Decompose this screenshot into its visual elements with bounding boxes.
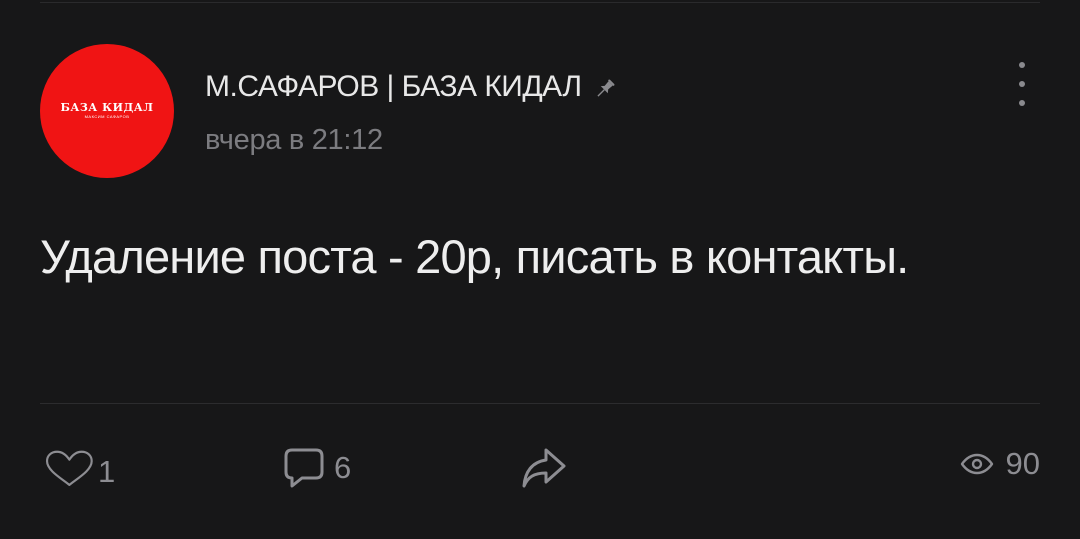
post-time: вчера в 21:12: [205, 124, 383, 156]
share-button[interactable]: [520, 446, 568, 490]
like-button[interactable]: 1: [42, 446, 115, 498]
eye-icon: [960, 453, 993, 475]
comment-button[interactable]: 6: [282, 446, 351, 490]
top-divider: [40, 2, 1040, 3]
like-count: 1: [98, 454, 116, 489]
post-card: БАЗА КИДАЛ МАКСИМ САФАРОВ М.САФАРОВ | БА…: [0, 0, 1080, 539]
more-options-icon[interactable]: [1010, 60, 1034, 108]
post-text: Удаление поста - 20р, писать в контакты.: [40, 230, 909, 283]
views-counter: 90: [960, 446, 1040, 482]
share-icon: [522, 448, 566, 488]
avatar[interactable]: БАЗА КИДАЛ МАКСИМ САФАРОВ: [40, 44, 174, 178]
comment-count: 6: [334, 450, 352, 485]
comment-icon: [284, 448, 324, 488]
pin-icon: [592, 74, 618, 100]
author-name[interactable]: М.САФАРОВ | БАЗА КИДАЛ: [205, 68, 582, 106]
bottom-divider: [40, 403, 1040, 404]
avatar-subtitle: МАКСИМ САФАРОВ: [84, 114, 130, 119]
views-count: 90: [1005, 446, 1040, 481]
avatar-title: БАЗА КИДАЛ: [60, 101, 154, 114]
post-actions: 1 6 90: [0, 440, 1080, 500]
author-name-row[interactable]: М.САФАРОВ | БАЗА КИДАЛ: [205, 68, 618, 106]
